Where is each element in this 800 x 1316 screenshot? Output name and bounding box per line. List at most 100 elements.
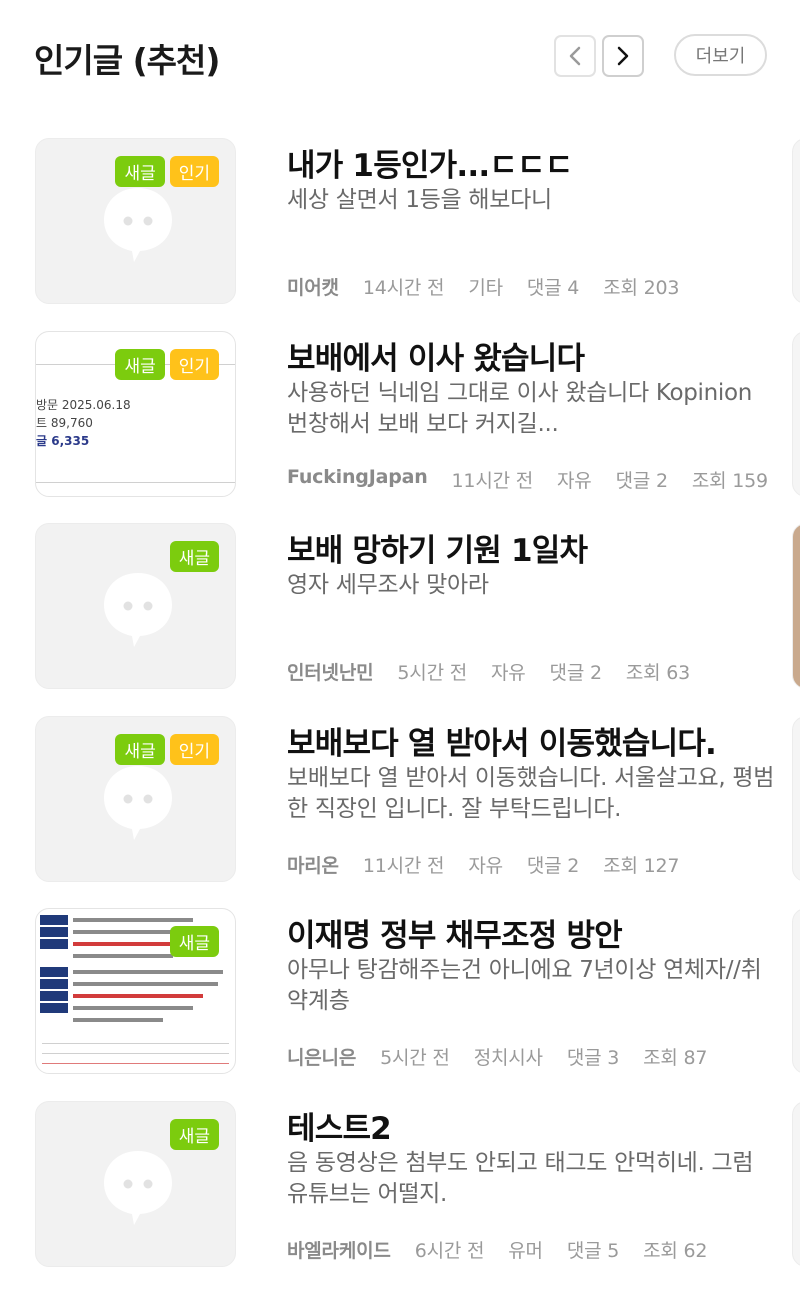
post-author[interactable]: 마리온 xyxy=(287,851,339,878)
new-badge: 새글 xyxy=(115,734,165,765)
post-thumbnail[interactable]: 새글 xyxy=(35,523,236,689)
chat-bubble-icon xyxy=(104,766,172,840)
post-category: 자유 xyxy=(490,662,526,684)
post-item[interactable]: 새글 인기 보배보다 열 받아서 이동했습니다. 보배보다 열 받아서 이동했습… xyxy=(0,716,800,884)
hot-badge: 인기 xyxy=(169,734,219,765)
post-title[interactable]: 보배 망하기 기원 1일차 xyxy=(287,525,588,570)
post-meta: 니은니은 5시간 전 정치시사 댓글 3 조회 87 xyxy=(287,1043,708,1070)
post-item[interactable]: 새글 보배 망하기 기원 1일차 영자 세무조사 맞아라 인터넷난민 5시간 전… xyxy=(0,523,800,691)
thumb-divider xyxy=(42,1053,229,1054)
post-thumbnail[interactable]: 새글 인기 xyxy=(35,138,236,304)
post-author[interactable]: 미어캣 xyxy=(287,273,339,300)
post-item[interactable]: 새글 인기 내가 1등인가...ㄷㄷㄷ 세상 살면서 1등을 해보다니 미어캣 … xyxy=(0,138,800,306)
post-body: 내가 1등인가...ㄷㄷㄷ 세상 살면서 1등을 해보다니 미어캣 14시간 전… xyxy=(287,138,787,304)
badge-group: 새글 인기 xyxy=(115,156,219,187)
post-meta: 인터넷난민 5시간 전 자유 댓글 2 조회 63 xyxy=(287,658,690,685)
new-badge: 새글 xyxy=(169,1119,219,1150)
post-thumbnail[interactable]: 방문 2025.06.18 트 89,760 글 6,335 새글 인기 xyxy=(35,331,236,497)
post-views: 조회 63 xyxy=(625,662,691,684)
badge-group: 새글 인기 xyxy=(115,349,219,380)
chevron-right-icon xyxy=(617,46,629,66)
post-summary: 보배보다 열 받아서 이동했습니다. 서울살고요, 평범한 직장인 입니다. 잘… xyxy=(287,765,775,822)
post-time: 11시간 전 xyxy=(451,470,534,492)
post-views: 조회 62 xyxy=(643,1240,708,1262)
post-meta: FuckingJapan 11시간 전 자유 댓글 2 조회 159 xyxy=(287,466,768,493)
thumb-doc-row xyxy=(40,979,230,989)
prev-button[interactable] xyxy=(554,35,596,77)
more-button[interactable]: 더보기 xyxy=(674,34,767,76)
post-title[interactable]: 내가 1등인가...ㄷㄷㄷ xyxy=(287,140,573,185)
post-body: 보배 망하기 기원 1일차 영자 세무조사 맞아라 인터넷난민 5시간 전 자유… xyxy=(287,523,787,689)
badge-group: 새글 인기 xyxy=(115,734,219,765)
next-button[interactable] xyxy=(602,35,644,77)
post-time: 11시간 전 xyxy=(362,855,445,877)
post-views: 조회 203 xyxy=(603,277,680,299)
post-thumbnail[interactable]: 새글 xyxy=(35,908,236,1074)
post-meta: 마리온 11시간 전 자유 댓글 2 조회 127 xyxy=(287,851,679,878)
thumb-doc-row xyxy=(40,967,230,977)
chat-bubble-icon xyxy=(104,1151,172,1225)
post-author[interactable]: 인터넷난민 xyxy=(287,658,374,685)
adjacent-card[interactable] xyxy=(792,1101,800,1267)
adjacent-card[interactable] xyxy=(792,331,800,497)
badge-group: 새글 xyxy=(169,541,219,572)
post-views: 조회 87 xyxy=(643,1047,708,1069)
post-category: 정치시사 xyxy=(473,1047,543,1069)
post-body: 보배에서 이사 왔습니다 사용하던 닉네임 그대로 이사 왔습니다 Kopini… xyxy=(287,331,787,497)
post-meta: 미어캣 14시간 전 기타 댓글 4 조회 203 xyxy=(287,273,679,300)
post-summary: 아무나 탕감해주는건 아니에요 7년이상 연체자//취약계층 xyxy=(287,957,762,1014)
thumb-text: 트 89,760 xyxy=(36,416,93,430)
post-body: 테스트2 음 동영상은 첨부도 안되고 태그도 안먹히네. 그럼 유튜브는 어떨… xyxy=(287,1101,787,1267)
post-body: 보배보다 열 받아서 이동했습니다. 보배보다 열 받아서 이동했습니다. 서울… xyxy=(287,716,787,882)
post-time: 5시간 전 xyxy=(380,1047,450,1069)
thumb-doc-row xyxy=(40,991,230,1001)
post-author[interactable]: 니은니은 xyxy=(287,1043,356,1070)
post-time: 14시간 전 xyxy=(362,277,445,299)
post-item[interactable]: 방문 2025.06.18 트 89,760 글 6,335 새글 인기 보배에… xyxy=(0,331,800,499)
thumb-doc-row xyxy=(40,915,230,925)
post-category: 자유 xyxy=(557,470,592,492)
post-title[interactable]: 테스트2 xyxy=(287,1103,392,1148)
new-badge: 새글 xyxy=(115,349,165,380)
thumb-divider xyxy=(42,1063,229,1064)
page-title: 인기글 (추천) xyxy=(34,41,220,80)
post-comments: 댓글 2 xyxy=(526,855,580,877)
post-item[interactable]: 새글 테스트2 음 동영상은 첨부도 안되고 태그도 안먹히네. 그럼 유튜브는… xyxy=(0,1101,800,1269)
post-author[interactable]: FuckingJapan xyxy=(287,466,428,493)
new-badge: 새글 xyxy=(169,926,219,957)
post-thumbnail[interactable]: 새글 인기 xyxy=(35,716,236,882)
post-summary: 세상 살면서 1등을 해보다니 xyxy=(287,187,552,213)
post-comments: 댓글 5 xyxy=(566,1240,620,1262)
chat-bubble-icon xyxy=(104,573,172,647)
chat-bubble-icon xyxy=(104,188,172,262)
post-comments: 댓글 4 xyxy=(526,277,580,299)
adjacent-card[interactable] xyxy=(792,716,800,882)
adjacent-card[interactable] xyxy=(792,523,800,689)
hot-badge: 인기 xyxy=(169,349,219,380)
adjacent-card[interactable] xyxy=(792,138,800,304)
post-item[interactable]: 새글 이재명 정부 채무조정 방안 아무나 탕감해주는건 아니에요 7년이상 연… xyxy=(0,908,800,1076)
post-time: 5시간 전 xyxy=(397,662,467,684)
post-comments: 댓글 2 xyxy=(549,662,602,684)
new-badge: 새글 xyxy=(115,156,165,187)
adjacent-card[interactable] xyxy=(792,908,800,1074)
post-title[interactable]: 이재명 정부 채무조정 방안 xyxy=(287,910,623,955)
post-author[interactable]: 바엘라케이드 xyxy=(287,1236,391,1263)
post-thumbnail[interactable]: 새글 xyxy=(35,1101,236,1267)
post-comments: 댓글 2 xyxy=(615,470,668,492)
post-summary: 사용하던 닉네임 그대로 이사 왔습니다 Kopinion 번창해서 보배 보다… xyxy=(287,380,753,437)
post-title[interactable]: 보배에서 이사 왔습니다 xyxy=(287,333,585,378)
post-title[interactable]: 보배보다 열 받아서 이동했습니다. xyxy=(287,718,717,763)
new-badge: 새글 xyxy=(169,541,219,572)
badge-group: 새글 xyxy=(169,1119,219,1150)
post-summary: 영자 세무조사 맞아라 xyxy=(287,572,489,598)
post-comments: 댓글 3 xyxy=(566,1047,620,1069)
thumb-doc-row xyxy=(40,1015,230,1025)
post-category: 자유 xyxy=(468,855,503,877)
post-category: 기타 xyxy=(468,277,503,299)
hot-badge: 인기 xyxy=(169,156,219,187)
chevron-left-icon xyxy=(569,46,581,66)
thumb-text: 글 6,335 xyxy=(36,434,90,448)
post-body: 이재명 정부 채무조정 방안 아무나 탕감해주는건 아니에요 7년이상 연체자/… xyxy=(287,908,787,1074)
post-time: 6시간 전 xyxy=(414,1240,485,1262)
